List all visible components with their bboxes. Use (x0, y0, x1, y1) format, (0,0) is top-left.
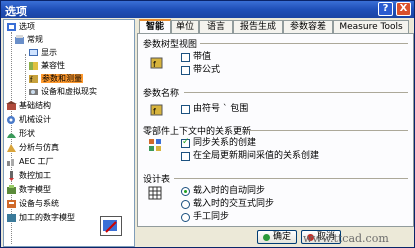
tree-item-mechanical-design[interactable]: 机械设计 (6, 114, 51, 126)
surround-by-symbol-checkbox[interactable] (181, 105, 190, 114)
sync-relation-creation-option[interactable]: 同步关系的创建 (181, 137, 256, 150)
tab-language[interactable]: 语言 (199, 20, 233, 33)
nc-machining-icon (6, 171, 17, 181)
param-tree-icon: f (150, 55, 164, 69)
shape-icon (6, 129, 17, 139)
tab-knowledge[interactable]: 智能 (139, 19, 171, 34)
manual-sync-option[interactable]: 手工同步 (181, 212, 229, 224)
tree-item-compatibility[interactable]: 兼容性 (28, 60, 65, 72)
tree-item-display[interactable]: 显示 (28, 47, 57, 59)
tree-item-machining-dmu[interactable]: 加工的数字模型 (6, 212, 75, 224)
machining-dmu-icon (6, 213, 17, 223)
tree-item-shape[interactable]: 形状 (6, 128, 35, 140)
tree-item-general[interactable]: 常规 (14, 34, 43, 46)
interactive-sync-on-load-radio[interactable] (181, 200, 190, 209)
tree-item-digital-mockup[interactable]: 数字模型 (6, 184, 51, 196)
with-value-option[interactable]: 带值 (181, 52, 211, 64)
ok-button[interactable]: 确定 (257, 230, 297, 244)
auto-sync-on-load-option[interactable]: 载入时的自动同步 (181, 186, 265, 198)
interactive-sync-on-load-option[interactable]: 载入时的交互式同步 (181, 199, 274, 211)
design-table-icon (148, 186, 162, 200)
tab-report-generation[interactable]: 报告生成 (233, 20, 283, 33)
window-title: 选项 (5, 5, 27, 18)
svg-text:f: f (153, 107, 156, 116)
general-icon (14, 35, 25, 45)
digital-mockup-icon (6, 185, 17, 195)
manual-sync-radio[interactable] (181, 213, 190, 222)
mechanical-design-icon (6, 115, 17, 125)
section-relations-title: 零部件上下文中的关系更新 (143, 127, 252, 137)
options-icon (6, 22, 17, 32)
tree-item-aec-plant[interactable]: AEC 工厂 (6, 156, 54, 168)
with-value-checkbox[interactable] (181, 53, 190, 62)
auto-sync-on-load-radio[interactable] (181, 187, 190, 196)
compatibility-icon (28, 61, 39, 71)
tab-parameter-tolerance[interactable]: 参数容差 (283, 20, 333, 33)
tab-units[interactable]: 单位 (171, 20, 199, 33)
workbench-icon[interactable] (100, 216, 122, 236)
tab-bar: 智能 单位 语言 报告生成 参数容差 Measure Tools (137, 19, 414, 34)
ok-icon (262, 233, 270, 241)
sync-relation-creation-checkbox[interactable] (181, 137, 190, 148)
tree-item-root[interactable]: 选项 (6, 21, 35, 33)
surround-by-symbol-option[interactable]: 由符号 ` 包围 (181, 104, 248, 116)
tree-item-equipment-systems[interactable]: 设备与系统 (6, 198, 59, 210)
help-button[interactable]: ? (378, 2, 393, 16)
with-formula-checkbox[interactable] (181, 66, 190, 75)
infrastructure-icon (6, 101, 17, 111)
equipment-systems-icon (6, 199, 17, 209)
watermark-text: www.ttcad.com (303, 232, 389, 245)
tree-item-parameters-measure[interactable]: f 参数和测量 (28, 73, 83, 85)
section-param-tree-title: 参数树型视图 (143, 40, 198, 50)
display-icon (28, 48, 39, 58)
title-bar[interactable]: 选项 ? X (1, 1, 414, 18)
tree-item-infrastructure[interactable]: 基础结构 (6, 100, 51, 112)
global-update-relation-checkbox[interactable] (181, 152, 190, 161)
relations-icon (148, 138, 162, 152)
options-tree[interactable]: 选项 常规 显示 兼容性 f 参数和测量 设备和虚拟现实 基础结构 机械设计 形状… (3, 19, 135, 247)
tree-item-nc-machining[interactable]: 数控加工 (6, 170, 51, 182)
aec-plant-icon (6, 157, 17, 167)
section-param-name-title: 参数名称 (143, 89, 180, 99)
close-button[interactable]: X (396, 2, 411, 16)
analysis-icon (6, 143, 17, 153)
with-formula-option[interactable]: 带公式 (181, 65, 220, 77)
devices-icon (28, 87, 39, 97)
tree-item-devices-vr[interactable]: 设备和虚拟现实 (28, 86, 97, 98)
global-update-relation-option[interactable]: 在全局更新期间采值的关系创建 (181, 151, 319, 163)
tree-item-analysis-simulation[interactable]: 分析与仿真 (6, 142, 59, 154)
settings-panel: 智能 单位 语言 报告生成 参数容差 Measure Tools 参数树型视图 … (137, 19, 414, 227)
svg-text:f: f (153, 60, 156, 69)
tab-content: 参数树型视图 f 带值 带公式 参数名称 f 由符号 ` 包围 零部件上下文中的… (137, 33, 414, 227)
param-name-icon: f (150, 102, 164, 116)
parameters-icon: f (28, 74, 39, 84)
section-design-table-title: 设计表 (143, 175, 171, 185)
tab-measure-tools[interactable]: Measure Tools (333, 20, 409, 33)
options-dialog: 选项 ? X 选项 常规 显示 兼容性 f 参数和测量 设备和虚拟现实 基础结构 … (0, 0, 415, 248)
